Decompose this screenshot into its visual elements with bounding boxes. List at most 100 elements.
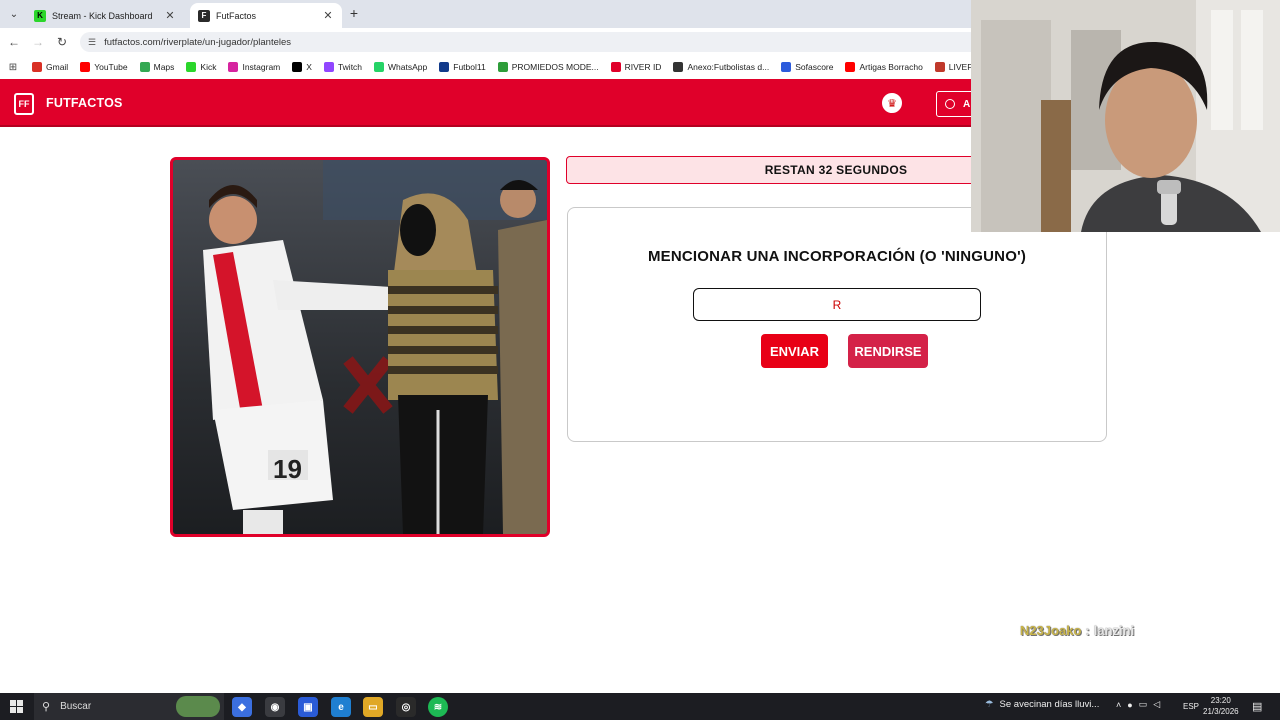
bookmark-item[interactable]: YouTube — [80, 62, 128, 72]
bookmark-label: Sofascore — [795, 62, 834, 72]
bookmark-icon — [673, 62, 684, 72]
bookmark-item[interactable]: WhatsApp — [374, 62, 427, 72]
system-tray: ˄ ● ▭ ◁ — [1116, 699, 1160, 710]
bookmark-item[interactable]: Twitch — [323, 62, 363, 72]
obs-icon[interactable]: ◎ — [396, 697, 416, 717]
bookmark-label: PROMIEDOS MODE... — [511, 62, 599, 72]
weather-widget[interactable]: ☂ Se avecinan días lluvi... — [985, 699, 1099, 710]
tab-search-icon[interactable]: ⌄ — [4, 4, 24, 24]
search-icon: ⚲ — [42, 701, 51, 713]
user-icon — [945, 99, 955, 109]
windows-taskbar: ⚲ Buscar ◆ ◉ ▣ e ▭ ◎ ≋ ☂ Se avecinan día… — [0, 693, 1280, 720]
futfactos-logo-icon[interactable]: FF — [14, 93, 34, 115]
kick-icon: K — [34, 9, 46, 22]
bookmark-label: WhatsApp — [388, 62, 428, 72]
url-field[interactable]: ☰ futfactos.com/riverplate/un-jugador/pl… — [80, 32, 980, 52]
answer-input[interactable] — [693, 288, 981, 321]
bookmark-item[interactable]: Anexo:Futbolistas d... — [673, 62, 769, 72]
bookmark-label: Anexo:Futbolistas d... — [687, 62, 770, 72]
bookmark-label: Maps — [153, 62, 175, 72]
clock-date: 21/3/2026 — [1203, 707, 1239, 716]
chat-text: lanzini — [1093, 623, 1135, 638]
bookmark-icon — [845, 62, 856, 72]
store-icon[interactable]: ▣ — [298, 697, 318, 717]
bookmark-icon — [139, 62, 150, 72]
clock-time: 23:20 — [1210, 696, 1231, 705]
chat-username: N23Joako — [1020, 623, 1082, 638]
file-explorer-icon[interactable]: ▭ — [363, 697, 383, 717]
question-title: MENCIONAR UNA INCORPORACIÓN (O 'NINGUNO'… — [647, 248, 1027, 265]
tab-kick-dashboard[interactable]: K Stream - Kick Dashboard ✕ — [26, 3, 184, 28]
bookmark-icon — [228, 62, 239, 72]
apps-grid-icon[interactable]: ⊞ — [6, 60, 20, 74]
bookmark-label: Artigas Borracho — [859, 62, 923, 72]
tab-futfactos[interactable]: F FutFactos ✕ — [190, 3, 342, 28]
tab-label: FutFactos — [216, 10, 257, 21]
account-button-label: A — [963, 98, 971, 110]
futfactos-icon: F — [198, 9, 210, 22]
bookmark-item[interactable]: Instagram — [228, 62, 280, 72]
webcam-image — [971, 0, 1280, 232]
language-indicator[interactable]: ESP — [1183, 702, 1199, 711]
chrome-icon[interactable]: ◉ — [265, 697, 285, 717]
bookmark-label: Gmail — [46, 62, 69, 72]
bookmark-icon — [497, 62, 508, 72]
site-logo-text[interactable]: FUTFACTOS — [46, 96, 123, 110]
bookmark-label: Twitch — [337, 62, 363, 72]
bookmark-item[interactable]: Sofascore — [781, 62, 833, 72]
weather-text: Se avecinan días lluvi... — [999, 699, 1100, 710]
bookmark-list: Gmail YouTube Maps Kick Instagram X Twitch What… — [32, 62, 1013, 72]
back-arrow-icon[interactable]: ← — [6, 34, 22, 50]
chat-separator: : — [1085, 623, 1090, 638]
chevron-up-icon[interactable]: ˄ — [1116, 700, 1121, 710]
taskbar-search[interactable]: ⚲ Buscar — [34, 693, 224, 720]
bookmark-item[interactable]: Gmail — [32, 62, 68, 72]
tab-label: Stream - Kick Dashboard — [52, 10, 153, 21]
close-icon[interactable]: ✕ — [164, 9, 176, 22]
site-settings-icon[interactable]: ☰ — [88, 37, 96, 48]
copilot-icon[interactable]: ◆ — [232, 697, 252, 717]
bookmark-icon — [374, 62, 385, 72]
bookmark-label: Futbol11 — [453, 62, 486, 72]
bookmark-icon — [32, 62, 42, 72]
bookmark-item[interactable]: Kick — [186, 62, 216, 72]
bookmark-item[interactable]: Artigas Borracho — [845, 62, 923, 72]
bookmark-icon — [610, 62, 621, 72]
bookmark-label: Kick — [200, 62, 217, 72]
send-button[interactable]: ENVIAR — [761, 334, 828, 368]
volume-icon[interactable]: ◁ — [1153, 699, 1160, 710]
stream-chat-message: N23Joako: lanzini — [1020, 623, 1134, 638]
notifications-icon[interactable]: ▤ — [1252, 700, 1262, 713]
webcam-overlay — [971, 0, 1280, 232]
bookmark-item[interactable]: X — [292, 62, 312, 72]
forward-arrow-icon[interactable]: → — [30, 34, 46, 50]
rain-cloud-icon: ☂ — [985, 699, 994, 710]
bookmark-item[interactable]: RIVER ID — [610, 62, 662, 72]
reload-icon[interactable]: ↻ — [54, 34, 70, 50]
player-photo: 19 — [170, 157, 550, 537]
bookmark-label: YouTube — [94, 62, 128, 72]
bookmark-label: Instagram — [242, 62, 281, 72]
bookmark-item[interactable]: Maps — [139, 62, 175, 72]
url-text: futfactos.com/riverplate/un-jugador/plan… — [104, 36, 292, 48]
close-icon[interactable]: ✕ — [322, 9, 334, 22]
taskbar-clock[interactable]: 23:20 21/3/2026 — [1203, 695, 1239, 717]
river-plate-badge-icon[interactable]: ♛ — [880, 91, 904, 115]
battery-icon[interactable]: ▭ — [1139, 699, 1148, 710]
bookmark-item[interactable]: PROMIEDOS MODE... — [497, 62, 599, 72]
bookmark-icon — [323, 62, 334, 72]
edge-icon[interactable]: e — [331, 697, 351, 717]
bookmark-item[interactable]: Futbol11 — [439, 62, 486, 72]
spotify-icon[interactable]: ≋ — [428, 697, 448, 717]
bookmark-icon — [186, 62, 197, 72]
bookmark-icon — [80, 62, 91, 72]
windows-start-icon[interactable] — [10, 700, 23, 713]
bookmark-icon — [934, 62, 945, 72]
bookmark-label: RIVER ID — [624, 62, 662, 72]
microphone-icon[interactable]: ● — [1127, 700, 1132, 710]
bookmark-icon — [781, 62, 792, 72]
new-tab-plus-icon[interactable]: + — [346, 5, 362, 21]
bookmark-icon — [292, 62, 303, 72]
surrender-button[interactable]: RENDIRSE — [848, 334, 928, 368]
search-highlight-image — [176, 696, 220, 717]
